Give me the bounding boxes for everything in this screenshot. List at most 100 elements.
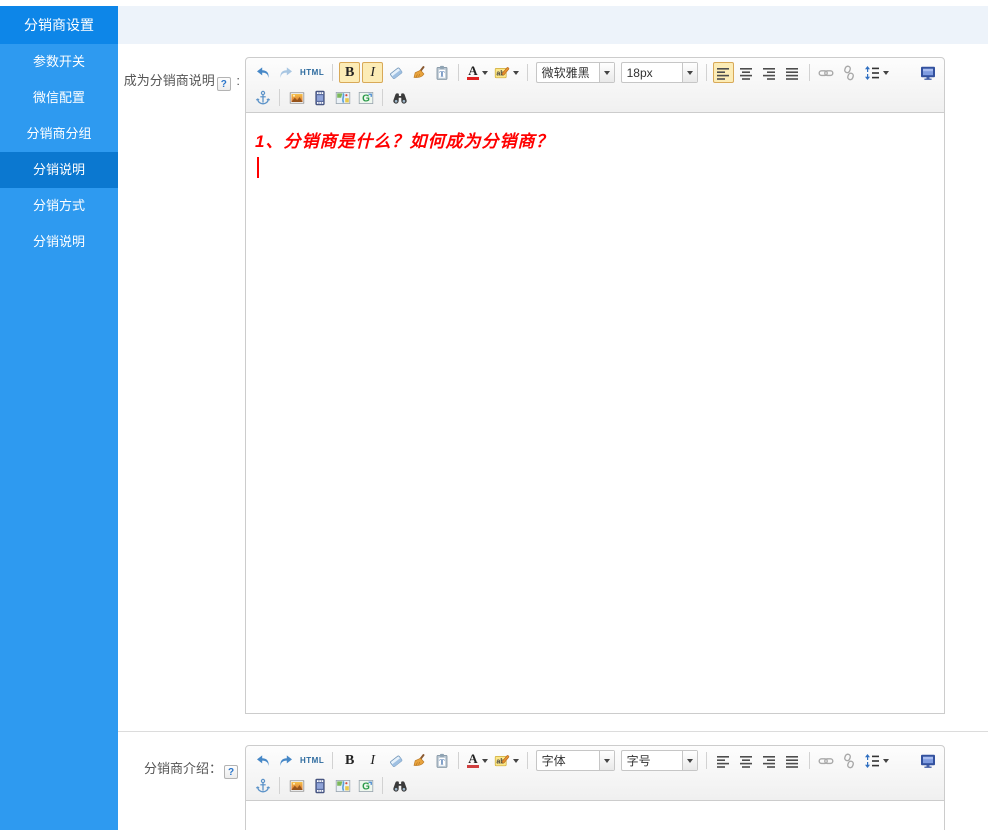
chevron-down-icon [687, 759, 693, 763]
align-center-button[interactable] [736, 62, 757, 83]
sidebar-item-param-switch[interactable]: 参数开关 [0, 44, 118, 80]
undo-icon [255, 65, 271, 81]
insert-map-button[interactable] [332, 87, 353, 108]
html-source-button[interactable]: HTML [298, 62, 326, 83]
align-center-icon [738, 65, 754, 81]
google-map-icon [358, 90, 374, 106]
map-icon [335, 778, 351, 794]
font-size-select[interactable]: 字号 [621, 750, 698, 771]
sidebar-item-wechat-config[interactable]: 微信配置 [0, 80, 118, 116]
font-size-select[interactable]: 18px [621, 62, 698, 83]
highlight-color-icon [494, 65, 510, 81]
sidebar-item-distribution-note-2[interactable]: 分销说明 [0, 224, 118, 260]
anchor-button[interactable] [252, 87, 273, 108]
link-button[interactable] [816, 62, 837, 83]
align-right-button[interactable] [759, 62, 780, 83]
html-source-button[interactable]: HTML [298, 750, 326, 771]
align-center-button[interactable] [736, 750, 757, 771]
field-label-distributor-note: 成为分销商说明? : [118, 57, 245, 91]
italic-icon: I [367, 753, 378, 769]
italic-button[interactable]: I [362, 750, 383, 771]
toolbar-row-2 [251, 85, 939, 110]
rich-editor-distributor-intro: HTML B I A 字体 字号 [245, 745, 945, 830]
toolbar-separator [809, 64, 810, 81]
chevron-down-icon [513, 71, 519, 75]
help-icon[interactable]: ? [224, 765, 238, 779]
line-height-button[interactable] [862, 750, 891, 771]
fullscreen-monitor-icon [920, 65, 936, 81]
highlight-color-button[interactable] [492, 750, 521, 771]
format-brush-button[interactable] [408, 750, 429, 771]
toolbar-separator [706, 64, 707, 81]
bold-button[interactable]: B [339, 62, 360, 83]
align-right-button[interactable] [759, 750, 780, 771]
link-button[interactable] [816, 750, 837, 771]
editor-text-line: 1、分销商是什么？如何成为分销商？ [246, 113, 944, 152]
eraser-icon [388, 753, 404, 769]
insert-video-button[interactable] [309, 775, 330, 796]
remove-format-button[interactable] [385, 750, 406, 771]
search-replace-button[interactable] [389, 775, 410, 796]
field-label-distributor-intro: 分销商介绍：? [118, 745, 245, 779]
anchor-button[interactable] [252, 775, 273, 796]
align-left-button[interactable] [713, 750, 734, 771]
binoculars-icon [392, 90, 408, 106]
unlink-button[interactable] [839, 62, 860, 83]
font-color-button[interactable]: A [465, 750, 489, 771]
align-justify-button[interactable] [782, 750, 803, 771]
insert-map-button[interactable] [332, 775, 353, 796]
anchor-icon [255, 90, 271, 106]
format-brush-button[interactable] [408, 62, 429, 83]
paste-text-button[interactable] [431, 750, 452, 771]
sidebar-item-distribution-method[interactable]: 分销方式 [0, 188, 118, 224]
insert-gmap-button[interactable] [355, 87, 376, 108]
eraser-icon [388, 65, 404, 81]
font-family-select[interactable]: 字体 [536, 750, 615, 771]
remove-format-button[interactable] [385, 62, 406, 83]
insert-gmap-button[interactable] [355, 775, 376, 796]
highlight-color-button[interactable] [492, 62, 521, 83]
italic-button[interactable]: I [362, 62, 383, 83]
toolbar-separator [279, 89, 280, 106]
toolbar-row-1: HTML B I A 字体 字号 [251, 748, 939, 773]
font-color-button[interactable]: A [465, 62, 489, 83]
insert-video-button[interactable] [309, 87, 330, 108]
rich-editor-distributor-note: HTML B I A 微软雅黑 18px [245, 57, 945, 714]
image-icon [289, 778, 305, 794]
main-content: 成为分销商说明? : HTML B I A [118, 44, 988, 830]
editor-content-area[interactable] [245, 801, 945, 830]
topbar [118, 6, 988, 44]
form-row-distributor-intro: 分销商介绍：? HTML B I A [118, 732, 988, 830]
select-dropdown [599, 63, 614, 82]
undo-button[interactable] [252, 62, 273, 83]
toolbar-separator [279, 777, 280, 794]
unlink-icon [841, 753, 857, 769]
html-source-icon: HTML [300, 68, 324, 77]
toolbar-separator [382, 89, 383, 106]
toolbar-separator [706, 752, 707, 769]
sidebar-item-distribution-note-active[interactable]: 分销说明 [0, 152, 118, 188]
redo-button[interactable] [275, 62, 296, 83]
insert-image-button[interactable] [286, 87, 307, 108]
insert-image-button[interactable] [286, 775, 307, 796]
fullscreen-button[interactable] [917, 62, 938, 83]
select-dropdown [599, 751, 614, 770]
fullscreen-button[interactable] [917, 750, 938, 771]
redo-button[interactable] [275, 750, 296, 771]
line-height-button[interactable] [862, 62, 891, 83]
align-left-button[interactable] [713, 62, 734, 83]
paste-clipboard-icon [434, 65, 450, 81]
sidebar-item-distributor-group[interactable]: 分销商分组 [0, 116, 118, 152]
editor-content-area[interactable]: 1、分销商是什么？如何成为分销商？ [245, 113, 945, 714]
undo-button[interactable] [252, 750, 273, 771]
toolbar-separator [527, 752, 528, 769]
font-family-select[interactable]: 微软雅黑 [536, 62, 615, 83]
search-replace-button[interactable] [389, 87, 410, 108]
unlink-button[interactable] [839, 750, 860, 771]
chevron-down-icon [883, 71, 889, 75]
align-justify-button[interactable] [782, 62, 803, 83]
paste-text-button[interactable] [431, 62, 452, 83]
bold-button[interactable]: B [339, 750, 360, 771]
help-icon[interactable]: ? [217, 77, 231, 91]
toolbar-separator [458, 752, 459, 769]
